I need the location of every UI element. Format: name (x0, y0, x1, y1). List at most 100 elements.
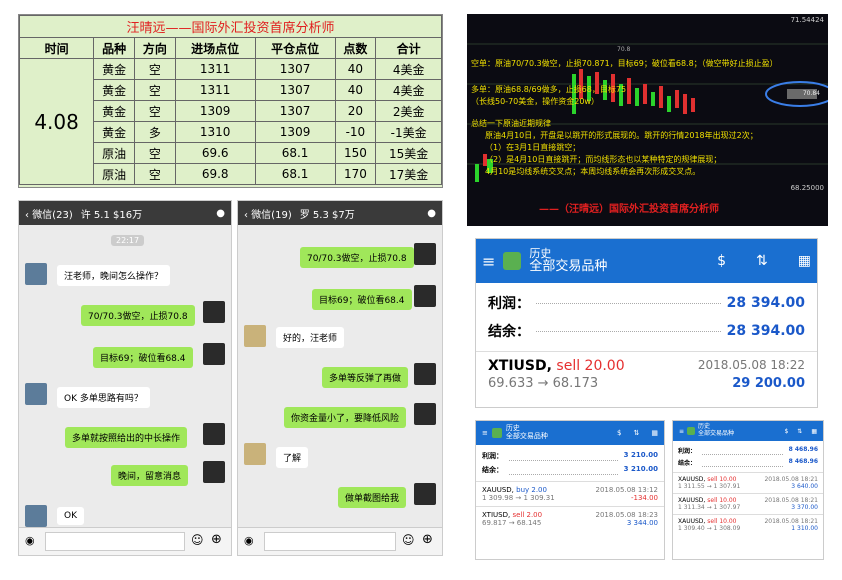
balance-label: 结余： (482, 466, 503, 474)
avatar[interactable] (414, 483, 436, 505)
currency-icon[interactable]: $ (717, 253, 726, 269)
plus-icon[interactable]: ⊕ (422, 532, 433, 547)
emoji-icon[interactable]: ☺ (191, 533, 204, 547)
cell: 40 (334, 79, 377, 101)
contact-name: 许 5.1 $16万 (80, 209, 143, 221)
long-term-text: （长线50-70美金，操作资金20w） (471, 97, 599, 106)
back-button[interactable]: ‹ 微信(23) (25, 206, 73, 221)
cell: 黄金 (93, 121, 135, 143)
profile-icon[interactable]: ● (427, 208, 436, 219)
menu-icon[interactable]: ≡ (482, 429, 488, 437)
trade-row[interactable]: XAUUSD, sell 10.00 2018.05.08 18:21 1 311… (673, 493, 823, 514)
col-header: 方向 (133, 37, 176, 59)
cell: 原油 (93, 142, 135, 164)
price-top-label: 71.54424 (790, 16, 824, 24)
calendar-icon[interactable]: ▦ (798, 253, 811, 269)
avatar[interactable] (25, 383, 47, 405)
contact-name: 罗 5.3 $7万 (299, 209, 355, 221)
avatar[interactable] (203, 423, 225, 445)
trade-prices: 1 309.98 → 1 309.31 (482, 494, 555, 502)
history-header: ≡ 历史 全部交易品种 $ ⇅ ▦ (673, 421, 823, 441)
message-bubble: 多单就按照给出的中长操作 (65, 427, 188, 448)
cell: 20 (334, 100, 377, 122)
sort-icon[interactable]: ⇅ (634, 429, 640, 437)
avatar[interactable] (414, 363, 436, 385)
cell: 1311 (174, 58, 256, 80)
currency-icon[interactable]: $ (617, 429, 621, 437)
history-subtitle: 全部交易品种 (505, 432, 548, 440)
message-bubble: 70/70.3做空，止损70.8 (300, 247, 414, 268)
back-button[interactable]: ‹ 微信(19) (244, 206, 292, 221)
trade-date: 2018.05.08 18:22 (697, 358, 805, 372)
trade-row[interactable]: XTIUSD, sell 20.00 2018.05.08 18:22 69.6… (476, 351, 817, 397)
history-header: ≡ 历史 全部交易品种 $ ⇅ ▦ (476, 421, 664, 445)
summary-line: （2）是4月10日直接跳开；而均线形态也以某种特定的规律展现； (485, 155, 722, 164)
message-bubble: 做单截图给我 (338, 487, 407, 508)
avatar[interactable] (25, 263, 47, 285)
cell: 4美金 (375, 79, 442, 101)
sort-icon[interactable]: ⇅ (797, 428, 802, 435)
trade-profit: -134.00 (630, 494, 658, 502)
balance-label: 结余： (488, 324, 530, 340)
avatar[interactable] (244, 325, 266, 347)
chat-header: ‹ 微信(19) 罗 5.3 $7万 ● (238, 201, 442, 225)
avatar[interactable] (203, 301, 225, 323)
cell: 15美金 (375, 142, 442, 164)
chat-header: ‹ 微信(23) 许 5.1 $16万 ● (19, 201, 231, 225)
voice-icon[interactable]: ◉ (244, 534, 254, 547)
balance-value: 28 394.00 (726, 323, 805, 339)
cell: 空 (133, 163, 176, 185)
profit-value: 8 468.96 (788, 446, 818, 453)
menu-icon[interactable]: ≡ (679, 428, 684, 435)
history-panel-small-1: ≡ 历史 全部交易品种 $ ⇅ ▦ 利润： 3 210.00 结余： 3 210.00… (475, 420, 665, 560)
trade-prices: 69.633 → 68.173 (488, 376, 599, 391)
profile-icon[interactable]: ● (216, 208, 225, 219)
message-input[interactable] (264, 532, 396, 551)
col-header: 点数 (334, 37, 377, 59)
trade-prices: 1 311.55 → 1 307.91 (678, 483, 741, 490)
col-header: 时间 (18, 37, 95, 59)
cell: -10 (334, 121, 377, 143)
plus-icon[interactable]: ⊕ (211, 532, 222, 547)
avatar[interactable] (244, 443, 266, 465)
cell: 69.6 (174, 142, 256, 164)
trade-action: sell 10.00 (707, 518, 737, 525)
trade-profit: 3 640.00 (791, 483, 818, 490)
price-tag: 70.8 (617, 46, 631, 53)
cell: 1309 (254, 121, 336, 143)
sort-icon[interactable]: ⇅ (756, 253, 768, 269)
chat-input-bar: ◉ ☺ ⊕ (19, 527, 231, 555)
cell: 2美金 (375, 100, 442, 122)
trade-row[interactable]: XAUUSD, sell 10.00 2018.05.08 18:21 1 311… (673, 472, 823, 493)
chat-input-bar: ◉ ☺ ⊕ (238, 527, 442, 555)
message-bubble: 晚间，留意消息 (111, 465, 189, 486)
history-panel-small-2: ≡ 历史 全部交易品种 $ ⇅ ▦ 利润： 8 468.96 结余： 8 468.96… (672, 420, 824, 560)
trade-row[interactable]: XAUUSD, sell 10.00 2018.05.08 18:21 1 309… (673, 514, 823, 535)
history-subtitle: 全部交易品种 (698, 430, 735, 437)
currency-icon[interactable]: $ (784, 428, 788, 435)
cell: 170 (334, 163, 377, 185)
table-row: 4.08 黄金空 1311 1307 40 4美金 (18, 58, 442, 185)
avatar[interactable] (414, 285, 436, 307)
message-bubble: 目标69；破位看68.4 (93, 347, 193, 368)
avatar[interactable] (25, 505, 47, 527)
menu-icon[interactable]: ≡ (482, 252, 495, 271)
trade-row[interactable]: XTIUSD, sell 2.00 2018.05.08 18:23 69.817… (476, 506, 664, 531)
avatar[interactable] (414, 403, 436, 425)
cell: 40 (334, 58, 377, 80)
voice-icon[interactable]: ◉ (25, 534, 35, 547)
avatar[interactable] (203, 343, 225, 365)
cell: 1310 (174, 121, 256, 143)
avatar[interactable] (414, 243, 436, 265)
calendar-icon[interactable]: ▦ (651, 429, 658, 437)
trade-profit: 3 370.00 (791, 504, 818, 511)
message-input[interactable] (45, 532, 185, 551)
calendar-icon[interactable]: ▦ (811, 428, 817, 435)
trade-prices: 1 311.34 → 1 307.97 (678, 504, 741, 511)
message-bubble: 好的，汪老师 (276, 327, 345, 348)
cell: 1307 (254, 79, 336, 101)
emoji-icon[interactable]: ☺ (402, 533, 415, 547)
avatar[interactable] (203, 461, 225, 483)
history-subtitle: 全部交易品种 (529, 258, 608, 274)
trade-row[interactable]: XAUUSD, buy 2.00 2018.05.08 13:12 1 309.9… (476, 481, 664, 506)
